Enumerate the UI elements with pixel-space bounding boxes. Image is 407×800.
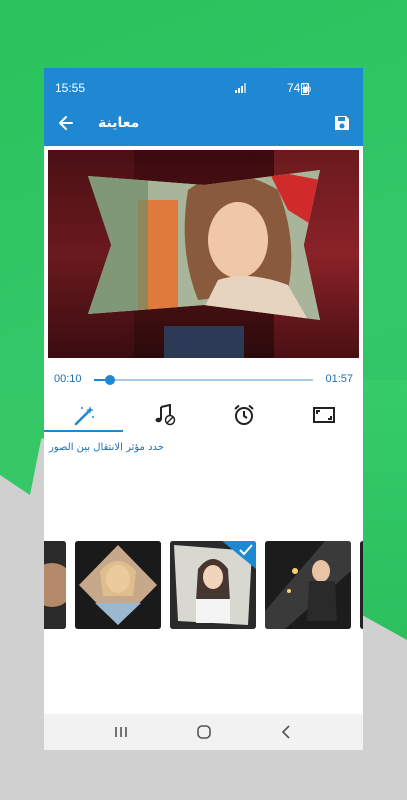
tab-duration[interactable] xyxy=(204,398,283,432)
preview-jeans xyxy=(164,326,244,358)
aspect-ratio-icon xyxy=(313,407,335,423)
alarm-clock-icon xyxy=(234,404,254,425)
tab-transition[interactable] xyxy=(44,398,123,432)
transition-frame-image xyxy=(88,170,320,320)
tool-tabs xyxy=(44,398,363,432)
video-preview[interactable] xyxy=(48,150,359,358)
home-icon[interactable] xyxy=(194,722,214,742)
transition-thumb[interactable] xyxy=(75,541,161,629)
status-bar: 15:55 74% xyxy=(44,68,363,108)
transition-thumb[interactable] xyxy=(265,541,351,629)
transition-list xyxy=(44,541,363,631)
transition-thumb[interactable] xyxy=(360,541,363,629)
seek-bar-thumb[interactable] xyxy=(105,375,116,385)
system-back-icon[interactable] xyxy=(277,722,297,742)
music-off-icon xyxy=(155,404,176,426)
transition-thumb[interactable] xyxy=(44,541,66,629)
app-bar: 15:55 74% معاينة xyxy=(44,68,363,146)
recent-apps-icon[interactable] xyxy=(111,722,131,742)
status-time: 15:55 xyxy=(55,81,86,95)
seek-bar[interactable] xyxy=(94,375,313,385)
portrait-illustration xyxy=(88,170,320,320)
timeline: 00:10 01:57 xyxy=(44,368,363,392)
tab-music[interactable] xyxy=(124,398,203,432)
transition-preview-image xyxy=(75,541,161,629)
system-navigation-bar xyxy=(44,714,363,750)
battery-icon xyxy=(301,83,309,95)
current-time: 00:10 xyxy=(54,373,82,385)
back-arrow-icon[interactable] xyxy=(56,113,76,133)
page-title: معاينة xyxy=(98,115,140,131)
check-icon xyxy=(239,544,253,556)
transition-hint: حدد مؤثر الانتقال بين الصور xyxy=(49,442,164,453)
tab-active-indicator xyxy=(44,430,123,432)
transition-preview-image xyxy=(265,541,351,629)
transition-preview-image xyxy=(44,541,66,629)
tab-ratio[interactable] xyxy=(284,398,363,432)
signal-icon xyxy=(235,83,246,93)
save-icon[interactable] xyxy=(332,113,352,133)
total-time: 01:57 xyxy=(325,373,353,385)
magic-wand-icon xyxy=(74,406,94,426)
transition-preview-image xyxy=(360,541,363,629)
transition-thumb-selected[interactable] xyxy=(170,541,256,629)
phone-screen: 15:55 74% معاينة 00:10 01:57 حدد مؤثر ال… xyxy=(44,68,363,750)
